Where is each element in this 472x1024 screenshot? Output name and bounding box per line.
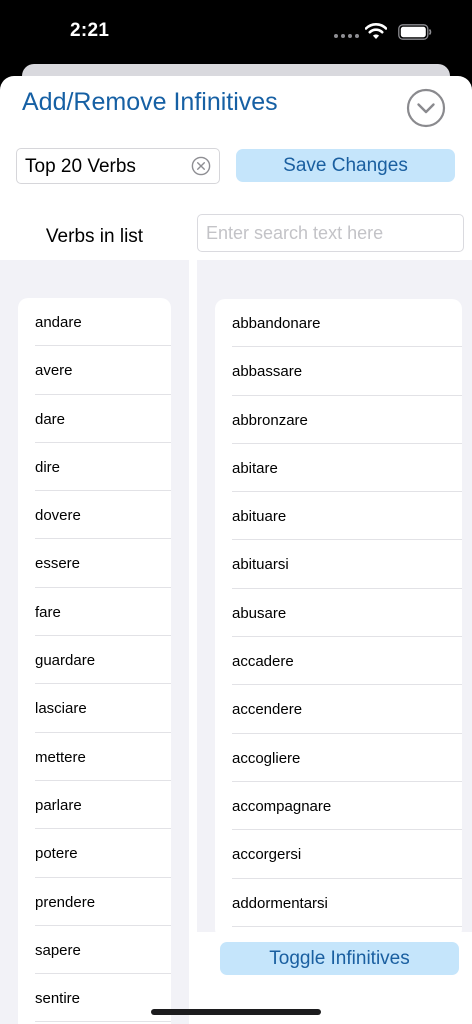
home-indicator: [151, 1009, 321, 1015]
list-item-label: dire: [35, 458, 61, 476]
list-item-label: lasciare: [35, 700, 87, 718]
list-item-label: accendere: [232, 701, 303, 719]
list-item[interactable]: mettere: [18, 733, 171, 781]
list-item[interactable]: sapere: [18, 926, 171, 975]
list-item[interactable]: parlare: [18, 781, 171, 830]
list-item-label: abbandonare: [232, 315, 321, 332]
list-item-label: dovere: [35, 507, 81, 525]
row-divider: [35, 1021, 171, 1023]
list-item-label: abituare: [232, 508, 287, 526]
list-item-label: accadere: [232, 653, 294, 671]
list-item-label: guardare: [35, 652, 96, 670]
status-bar: 2:21: [0, 0, 472, 66]
list-item[interactable]: potere: [18, 829, 171, 878]
verbs-in-list-pane: andare avere dare dire dovere essere fare guard…: [0, 260, 189, 1024]
list-item[interactable]: accogliere: [215, 734, 462, 782]
list-item[interactable]: prendere: [18, 878, 171, 926]
save-changes-button[interactable]: Save Changes: [236, 149, 455, 182]
list-item[interactable]: abbassare: [215, 347, 462, 396]
list-item[interactable]: abbronzare: [215, 396, 462, 444]
battery-icon: [398, 24, 432, 40]
list-item[interactable]: dovere: [18, 491, 171, 540]
list-item[interactable]: andare: [18, 298, 171, 347]
list-item[interactable]: dire: [18, 443, 171, 492]
list-item[interactable]: abbandonare: [215, 299, 462, 348]
list-item[interactable]: lasciare: [18, 684, 171, 733]
list-item[interactable]: avere: [18, 346, 171, 395]
list-item-label: potere: [35, 845, 78, 863]
list-item-label: prendere: [35, 893, 96, 911]
row-divider: [232, 925, 462, 927]
list-item-label: avere: [35, 362, 73, 380]
x-circle-icon[interactable]: [191, 156, 211, 176]
list-item-label: addormentarsi: [232, 894, 328, 912]
all-verbs-list: abbandonare abbassare abbronzare abitare abi…: [215, 299, 462, 939]
list-item-label: dare: [35, 410, 66, 428]
list-item[interactable]: abusare: [215, 589, 462, 638]
list-item-label: abusare: [232, 604, 287, 622]
list-item-label: accompagnare: [232, 797, 332, 815]
all-verbs-pane: abbandonare abbassare abbronzare abitare abi…: [197, 260, 472, 939]
list-item-label: accogliere: [232, 749, 301, 767]
status-time: 2:21: [70, 20, 110, 41]
list-item-label: abbassare: [232, 363, 303, 381]
verbs-in-list-header: Verbs in list: [45, 226, 144, 247]
list-item[interactable]: abitare: [215, 444, 462, 493]
list-item-label: essere: [35, 555, 81, 573]
list-item-label: sentire: [35, 990, 81, 1008]
sheet-title: Add/Remove Infinitives: [22, 88, 278, 116]
list-name-field[interactable]: Top 20 Verbs: [16, 148, 220, 184]
list-item-label: andare: [35, 314, 82, 331]
list-item[interactable]: accendere: [215, 685, 462, 734]
list-item[interactable]: dare: [18, 395, 171, 443]
cellular-signal-icon: [334, 34, 360, 40]
add-remove-sheet: Add/Remove Infinitives Top 20 Verbs Save…: [0, 76, 472, 1024]
list-item[interactable]: sentire: [18, 974, 171, 1023]
list-item[interactable]: guardare: [18, 636, 171, 685]
list-item-label: accorgersi: [232, 846, 302, 864]
list-item[interactable]: addormentarsi: [215, 879, 462, 927]
list-item[interactable]: accompagnare: [215, 782, 462, 831]
list-item[interactable]: fare: [18, 588, 171, 637]
list-item[interactable]: essere: [18, 539, 171, 588]
toggle-infinitives-button[interactable]: Toggle Infinitives: [220, 942, 459, 975]
list-name-value: Top 20 Verbs: [25, 156, 136, 177]
chevron-down-circle-icon[interactable]: [406, 88, 446, 128]
list-item[interactable]: accorgersi: [215, 830, 462, 879]
verbs-in-list: andare avere dare dire dovere essere fare guard…: [18, 298, 171, 1024]
list-item[interactable]: abituare: [215, 492, 462, 541]
list-item[interactable]: abituarsi: [215, 540, 462, 589]
search-input[interactable]: [197, 214, 464, 252]
list-item-label: abbronzare: [232, 411, 308, 429]
list-item[interactable]: accadere: [215, 637, 462, 686]
list-item-label: sapere: [35, 941, 81, 959]
list-item-label: fare: [35, 603, 61, 621]
list-item-label: parlare: [35, 796, 82, 814]
list-item-label: abituarsi: [232, 556, 289, 574]
wifi-icon: [365, 23, 387, 39]
list-item-label: mettere: [35, 748, 86, 766]
list-item-label: abitare: [232, 459, 278, 477]
